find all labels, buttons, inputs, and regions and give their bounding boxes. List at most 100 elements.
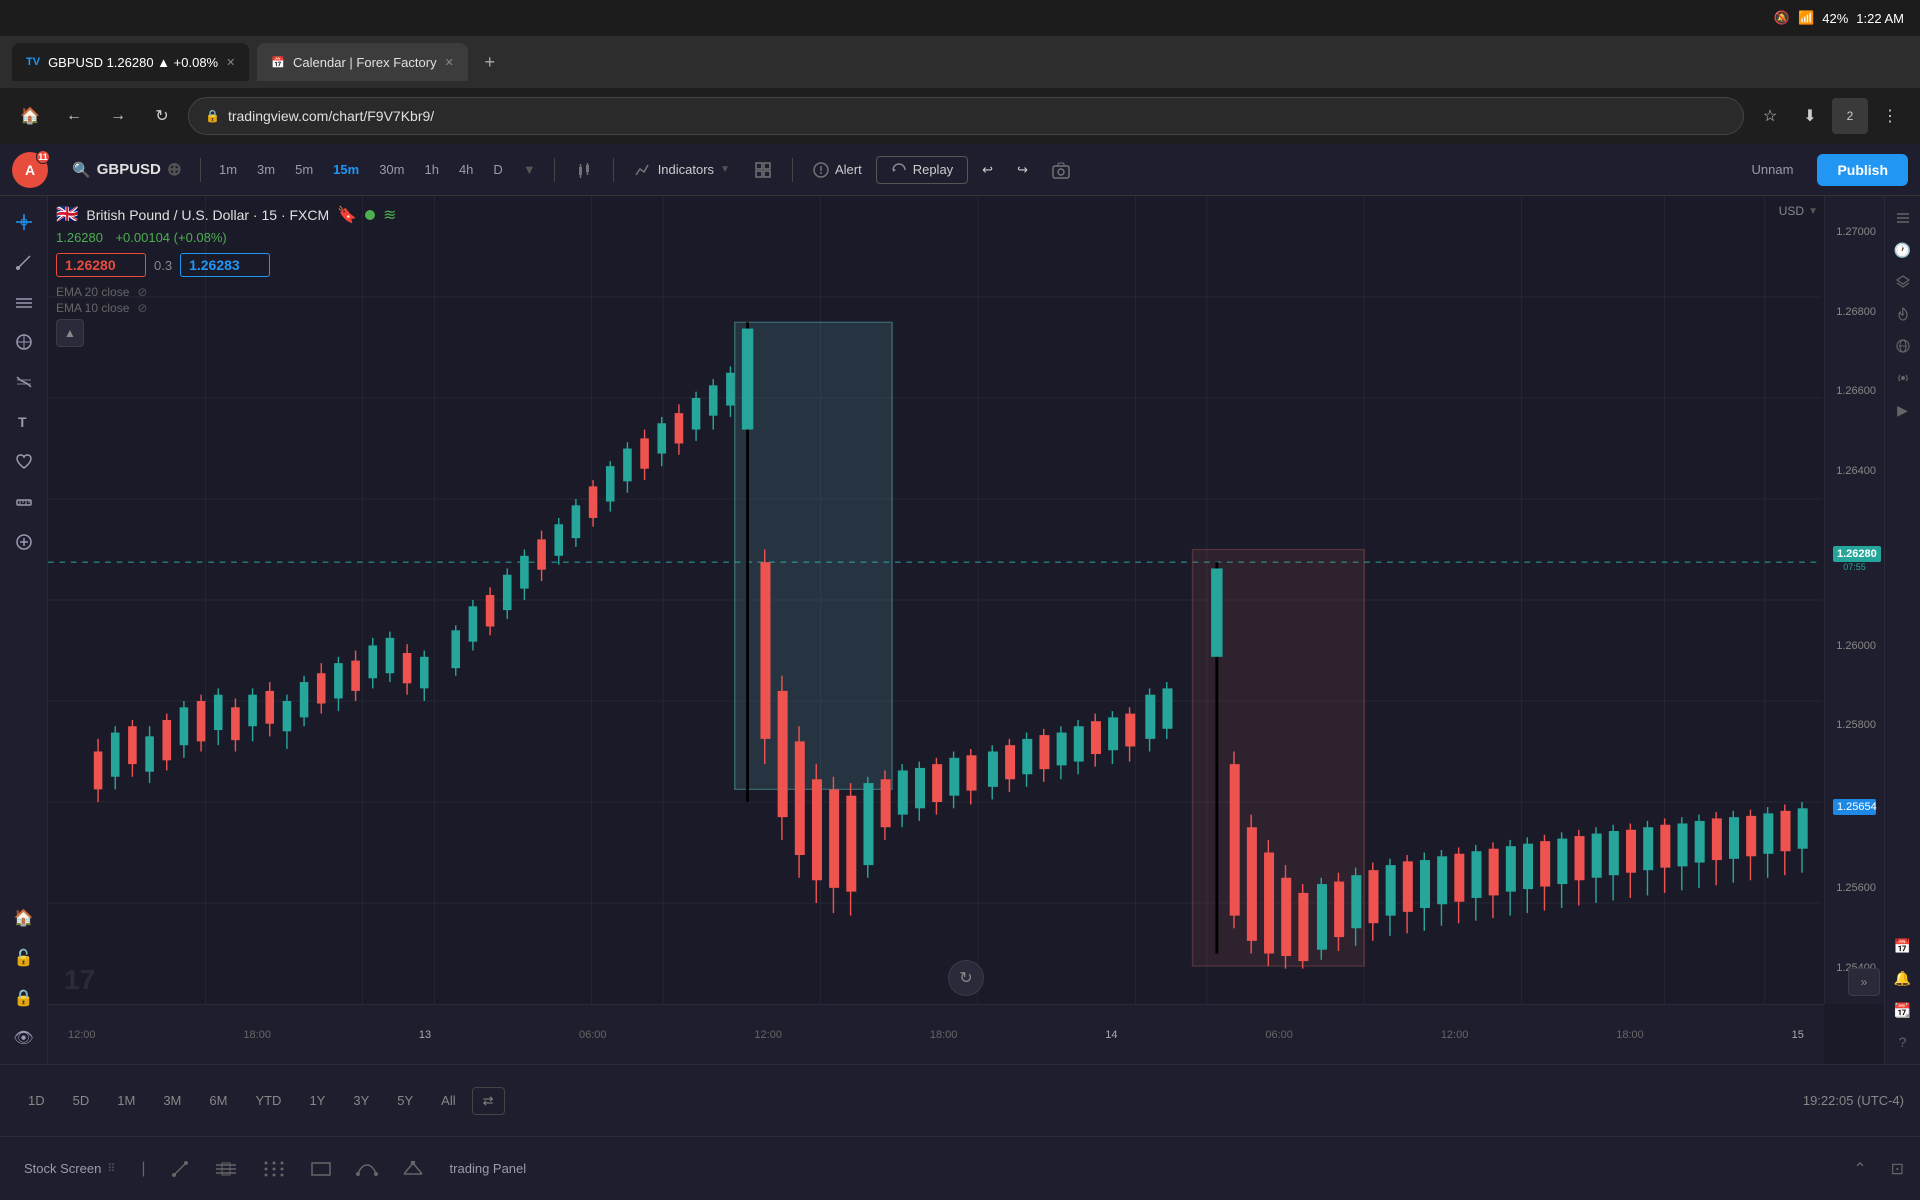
currency-selector[interactable]: USD ▼ <box>1779 204 1818 218</box>
lock-tool[interactable]: 🔓 <box>6 940 42 976</box>
ruler-tool[interactable] <box>6 484 42 520</box>
chart-container[interactable]: 🇬🇧 British Pound / U.S. Dollar · 15 · FX… <box>48 196 1884 1064</box>
lock2-tool[interactable]: 🔒 <box>6 980 42 1016</box>
menu-button[interactable]: ⋮ <box>1872 98 1908 134</box>
eye-tool[interactable]: 👁 <box>6 1020 42 1056</box>
tf-5y[interactable]: 5Y <box>385 1087 425 1115</box>
chart-price: 1.26280 <box>56 230 103 245</box>
templates-button[interactable] <box>744 156 782 184</box>
history-button[interactable]: 🕐 <box>1889 236 1917 264</box>
heart-tool[interactable] <box>6 444 42 480</box>
tf-d[interactable]: D <box>485 158 510 181</box>
parallel-icon <box>214 1159 238 1179</box>
add-indicator-tool[interactable] <box>6 524 42 560</box>
fib-tool[interactable] <box>6 364 42 400</box>
notifications-side-button[interactable]: 🔔 <box>1889 964 1917 992</box>
help-button[interactable]: ? <box>1889 1028 1917 1056</box>
bid-input[interactable] <box>56 253 146 277</box>
tf-5d[interactable]: 5D <box>61 1087 102 1115</box>
tf-15m[interactable]: 15m <box>325 158 367 181</box>
dots-pattern-tool[interactable] <box>256 1153 292 1185</box>
multi-tool[interactable] <box>6 324 42 360</box>
curve-tool[interactable] <box>350 1154 384 1184</box>
diagonal-icon <box>170 1159 190 1179</box>
alert-button[interactable]: Alert <box>803 157 872 183</box>
tab1-close[interactable]: ✕ <box>226 56 235 69</box>
publish-button[interactable]: Publish <box>1817 154 1908 186</box>
price-axis: 1.27000 1.26800 1.26600 1.26400 1.26280 … <box>1824 196 1884 1004</box>
bookmark-icon[interactable]: 🔖 <box>337 205 357 225</box>
horizontal-line-tool[interactable] <box>6 284 42 320</box>
line-tool[interactable] <box>6 244 42 280</box>
indicators-button[interactable]: Indicators ▼ <box>624 156 740 184</box>
bookmark-button[interactable]: ☆ <box>1752 98 1788 134</box>
back-button[interactable]: ← <box>56 98 92 134</box>
tab-tradingview[interactable]: TV GBPUSD 1.26280 ▲ +0.08% ✕ <box>12 43 249 81</box>
home-position-tool[interactable]: 🏠 <box>6 900 42 936</box>
live-dot <box>365 210 375 220</box>
tf-30m[interactable]: 30m <box>371 158 412 181</box>
download-button[interactable]: ⬇ <box>1792 98 1828 134</box>
calendar-button[interactable]: 📅 <box>1889 932 1917 960</box>
tf-1d[interactable]: 1D <box>16 1087 57 1115</box>
diagonal-tool-bottom[interactable] <box>164 1153 196 1185</box>
maximize-button[interactable]: ⊡ <box>1891 1159 1904 1179</box>
redo-button[interactable]: ↪ <box>1007 157 1038 183</box>
screenshot-button[interactable] <box>1042 156 1080 184</box>
crosshair-tool[interactable] <box>6 204 42 240</box>
layers-button[interactable] <box>1889 268 1917 296</box>
screener-button[interactable] <box>1889 332 1917 360</box>
tf-3m[interactable]: 3M <box>151 1087 193 1115</box>
date-range-button[interactable]: ⇄ <box>472 1087 505 1115</box>
text-tool[interactable]: T <box>6 404 42 440</box>
symbol-search-button[interactable]: 🔍 GBPUSD ⊕ <box>64 155 190 184</box>
new-tab-button[interactable]: + <box>476 48 504 76</box>
current-price-label: 1.26280 <box>1833 546 1881 562</box>
ask-input[interactable] <box>180 253 270 277</box>
tab-forex-factory[interactable]: 📅 Calendar | Forex Factory ✕ <box>257 43 467 81</box>
address-bar[interactable]: 🔒 tradingview.com/chart/F9V7Kbr9/ <box>188 97 1744 135</box>
calendar2-button[interactable]: 📆 <box>1889 996 1917 1024</box>
tf-4h[interactable]: 4h <box>451 158 481 181</box>
reload-button[interactable]: ↻ <box>144 98 180 134</box>
tf-1m[interactable]: 1M <box>105 1087 147 1115</box>
tf-all[interactable]: All <box>429 1087 467 1115</box>
expand-bottom-button[interactable]: ⌃ <box>1845 1155 1874 1183</box>
replay-button[interactable]: Replay <box>876 156 968 184</box>
tf-more[interactable]: ▼ <box>515 158 544 181</box>
tab2-close[interactable]: ✕ <box>445 56 454 69</box>
ema10-label: EMA 10 close <box>56 301 129 315</box>
forward-button[interactable]: → <box>100 98 136 134</box>
tf-1y[interactable]: 1Y <box>297 1087 337 1115</box>
rectangle-tool[interactable] <box>304 1154 338 1184</box>
collapse-indicators-button[interactable]: ▲ <box>56 319 84 347</box>
settings-button[interactable] <box>1889 300 1917 328</box>
undo-button[interactable]: ↩ <box>972 157 1003 183</box>
broadcast-button[interactable] <box>1889 364 1917 392</box>
extensions-badge[interactable]: 2 <box>1832 98 1868 134</box>
chart-reload-button[interactable]: ↻ <box>948 960 984 996</box>
home-button[interactable]: 🏠 <box>12 98 48 134</box>
chart-type-button[interactable] <box>565 156 603 184</box>
replay-side-button[interactable]: ▶ <box>1889 396 1917 424</box>
tf-3y[interactable]: 3Y <box>341 1087 381 1115</box>
watchlist-button[interactable] <box>1889 204 1917 232</box>
tf-1h[interactable]: 1h <box>416 158 446 181</box>
rect-icon <box>310 1160 332 1178</box>
tf-5m[interactable]: 5m <box>287 158 321 181</box>
stock-screen-button[interactable]: Stock Screen ⠿ <box>16 1157 123 1180</box>
tf-3m[interactable]: 3m <box>249 158 283 181</box>
chart-expand-button[interactable]: » <box>1848 968 1880 996</box>
ema10-eye[interactable]: ⊘ <box>137 301 147 315</box>
tf-1m[interactable]: 1m <box>211 158 245 181</box>
trading-panel-button[interactable]: trading Panel <box>442 1157 535 1180</box>
tf-6m[interactable]: 6M <box>197 1087 239 1115</box>
ema20-eye[interactable]: ⊘ <box>137 285 147 299</box>
crosshair-icon <box>15 213 33 231</box>
line-tool-bottom[interactable]: | <box>135 1154 151 1184</box>
profile-avatar[interactable]: A 11 <box>12 152 48 188</box>
unnamed-button[interactable]: Unnam <box>1740 157 1806 182</box>
shape-tool[interactable] <box>396 1154 430 1184</box>
tf-ytd[interactable]: YTD <box>243 1087 293 1115</box>
parallel-lines-tool[interactable] <box>208 1153 244 1185</box>
